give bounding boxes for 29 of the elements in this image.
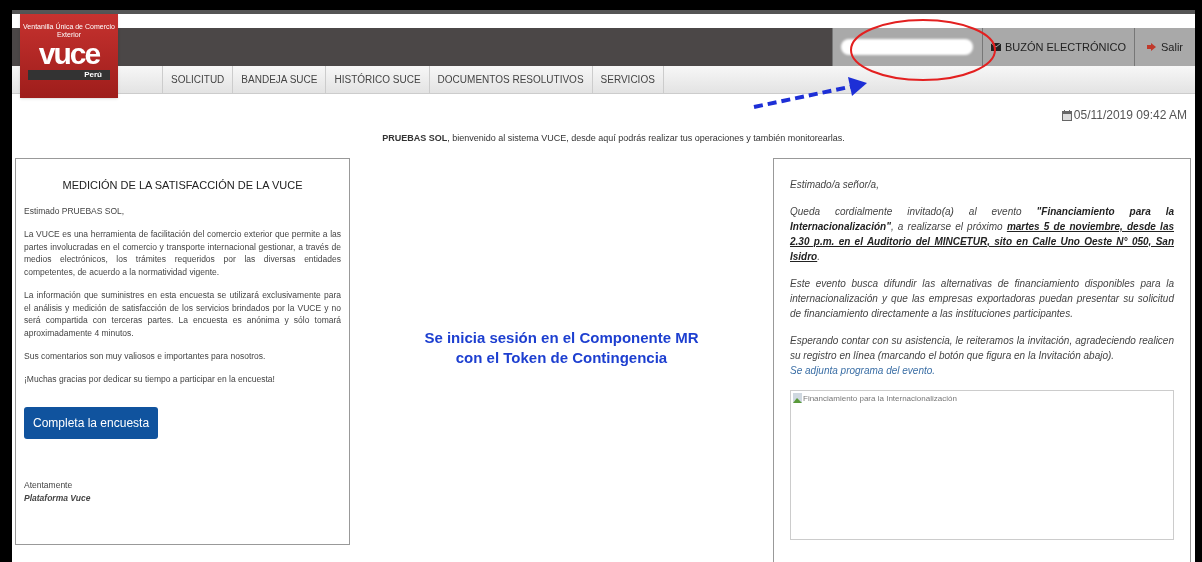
nav-tab[interactable]: BANDEJA SUCE — [233, 66, 327, 93]
logout-button[interactable]: Salir — [1134, 28, 1195, 66]
broken-image-icon — [793, 392, 802, 403]
paragraph: La información que suministres en esta encuesta se utilizará exclusivamente para el análisis y medición de satisfacción de los servicios brindados por la VUCE y no será compartida con terceras partes. La encuesta es anónima y sólo tomará aproximadamente 4 minutos. — [24, 288, 341, 340]
paragraph: ¡Muchas gracias por dedicar su tiempo a participar en la encuesta! — [24, 372, 276, 386]
nav-tab[interactable]: SOLICITUD — [162, 66, 234, 93]
program-link[interactable]: Se adjunta programa del evento. — [790, 362, 936, 378]
survey-button[interactable]: Completa la encuesta — [24, 407, 159, 440]
nav-tab[interactable]: HISTÓRICO SUCE — [326, 66, 430, 93]
greeting: Estimado PRUEBAS SOL, — [24, 205, 126, 218]
paragraph: Esperando contar con su asistencia, le reiteramos la invitación, agradeciendo realicen su registro en línea (marcando el botón que figura en la Invitación abajo). — [790, 333, 1174, 363]
nav-tab[interactable]: SERVICIOS — [592, 66, 664, 93]
paragraph: Este evento busca difundir las alternativas de financiamiento disponibles para la internacionalización y que las empresas exportadoras puedan presentar su solicitud de financiamiento directamente a las instituciones participantes. — [790, 276, 1174, 321]
image-alt-text: Financiamiento para la Internacionalización — [803, 392, 957, 405]
datetime: 05/11/2019 09:42 AM — [1073, 107, 1187, 124]
session-notice: Se inicia sesión en el Componente MR con el Token de Contingencia — [423, 327, 700, 368]
mailbox-button[interactable]: BUZÓN ELECTRÓNICO — [981, 28, 1134, 66]
welcome-message: PRUEBAS SOL, bienvenido al sistema VUCE, desde aquí podrás realizar tus operaciones y también monitorearlas. — [381, 132, 846, 145]
invitation-text: Queda cordialmente invitado(a) al evento "Financiamiento para la Internacionalización", a realizarse el próximo martes 5 de noviembre, desde las 2.30 p.m. en el Auditorio del MINCETUR, sito en Calle Uno Oeste N° 050, San Isidro. — [790, 204, 1174, 264]
calendar-icon — [1061, 109, 1072, 121]
logout-icon — [1147, 43, 1157, 51]
paragraph: La VUCE es una herramienta de facilitación del comercio exterior que permite a las partes involucradas en el comercio y transporte internacional gestionar, a través de medios electrónicos, los trámites requeridos por las diversas entidades competentes, de acuerdo a la normatividad vigente. — [24, 227, 341, 279]
envelope-icon — [990, 43, 1001, 51]
closing-text: Atentamente — [24, 479, 74, 492]
survey-title: MEDICIÓN DE LA SATISFACCIÓN DE LA VUCE — [61, 177, 304, 193]
signature: Plataforma Vuce — [24, 492, 92, 505]
paragraph: Sus comentarios son muy valiosos e importantes para nosotros. — [24, 349, 267, 363]
greeting: Estimado/a señor/a, — [790, 177, 880, 192]
nav-tab[interactable]: DOCUMENTOS RESOLUTIVOS — [429, 66, 593, 93]
